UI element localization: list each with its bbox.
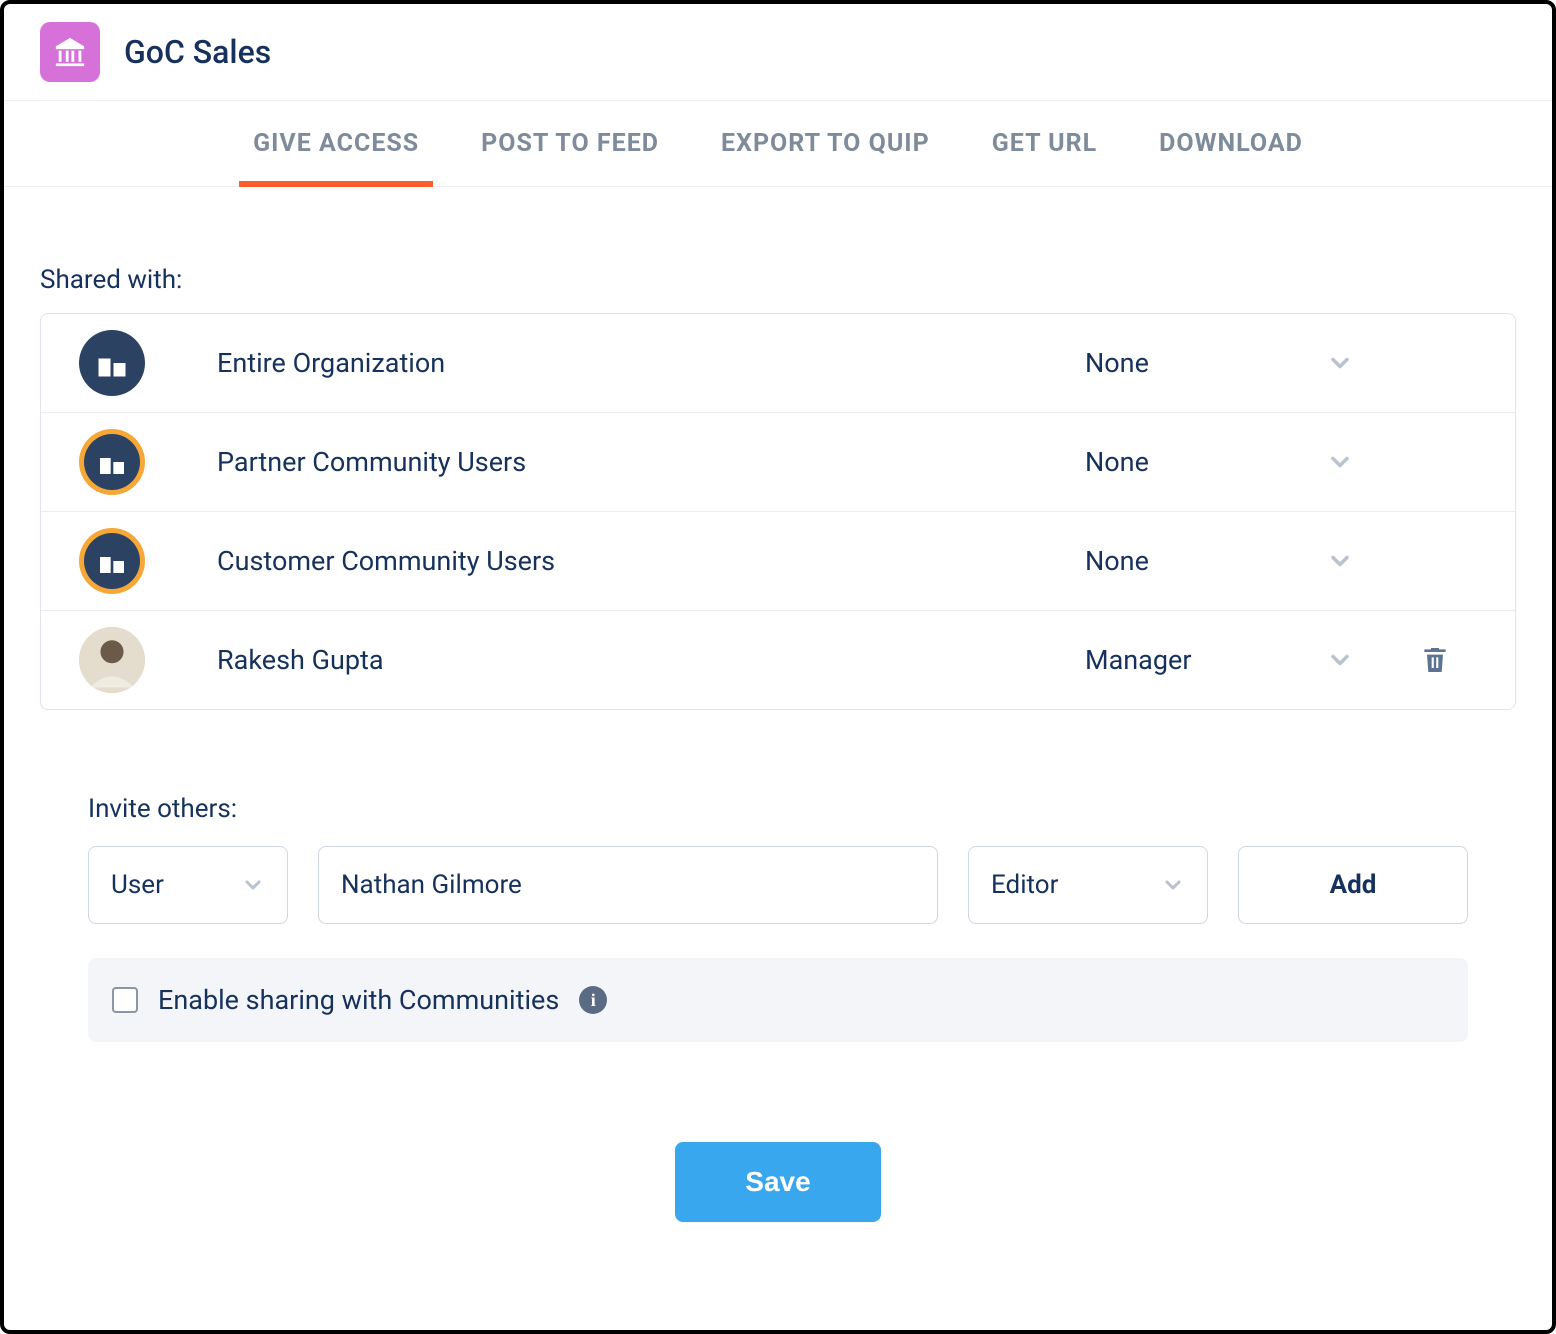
tab-export-to-quip[interactable]: EXPORT TO QUIP <box>715 101 936 186</box>
page-title: GoC Sales <box>124 33 271 71</box>
trash-icon[interactable] <box>1419 644 1451 676</box>
invite-type-select[interactable]: User <box>88 846 288 924</box>
enable-sharing-row: Enable sharing with Communities i <box>88 958 1468 1042</box>
community-icon <box>79 528 145 594</box>
invite-name-input[interactable]: Nathan Gilmore <box>318 846 938 924</box>
share-row-partner-community: Partner Community Users None <box>41 413 1515 512</box>
tabs: GIVE ACCESS POST TO FEED EXPORT TO QUIP … <box>4 100 1552 187</box>
user-avatar <box>79 627 145 693</box>
share-name: Customer Community Users <box>145 545 1085 577</box>
save-button-label: Save <box>745 1166 810 1197</box>
app-icon <box>40 22 100 82</box>
save-button[interactable]: Save <box>675 1142 880 1222</box>
tab-get-url[interactable]: GET URL <box>986 101 1103 186</box>
add-button[interactable]: Add <box>1238 846 1468 924</box>
invite-type-value: User <box>111 870 164 900</box>
add-button-label: Add <box>1330 870 1377 900</box>
chevron-down-icon[interactable] <box>1326 349 1354 377</box>
share-name: Rakesh Gupta <box>145 644 1085 676</box>
tab-download[interactable]: DOWNLOAD <box>1153 101 1309 186</box>
chevron-down-icon[interactable] <box>1326 448 1354 476</box>
bank-icon <box>53 35 87 69</box>
tab-give-access[interactable]: GIVE ACCESS <box>247 101 425 186</box>
invite-role-value: Editor <box>991 870 1058 900</box>
permission-value: None <box>1085 347 1285 379</box>
share-name: Entire Organization <box>145 347 1085 379</box>
share-row-entire-org: Entire Organization None <box>41 314 1515 413</box>
permission-value: Manager <box>1085 644 1285 676</box>
permission-value: None <box>1085 545 1285 577</box>
enable-sharing-checkbox[interactable] <box>112 987 138 1013</box>
enable-sharing-label: Enable sharing with Communities <box>158 984 559 1016</box>
chevron-down-icon[interactable] <box>1326 646 1354 674</box>
share-name: Partner Community Users <box>145 446 1085 478</box>
share-row-customer-community: Customer Community Users None <box>41 512 1515 611</box>
invite-role-select[interactable]: Editor <box>968 846 1208 924</box>
chevron-down-icon[interactable] <box>1326 547 1354 575</box>
invite-others-label: Invite others: <box>88 794 1468 824</box>
community-icon <box>79 429 145 495</box>
invite-name-value: Nathan Gilmore <box>341 870 522 900</box>
tab-post-to-feed[interactable]: POST TO FEED <box>475 101 665 186</box>
org-icon <box>79 330 145 396</box>
shared-with-label: Shared with: <box>40 265 1516 295</box>
permission-value: None <box>1085 446 1285 478</box>
chevron-down-icon <box>241 873 265 897</box>
share-row-user: Rakesh Gupta Manager <box>41 611 1515 709</box>
header: GoC Sales <box>4 4 1552 100</box>
chevron-down-icon <box>1161 873 1185 897</box>
shared-with-list: Entire Organization None Partner Communi… <box>40 313 1516 710</box>
invite-row: User Nathan Gilmore Editor Add <box>88 846 1468 924</box>
info-icon[interactable]: i <box>579 986 607 1014</box>
